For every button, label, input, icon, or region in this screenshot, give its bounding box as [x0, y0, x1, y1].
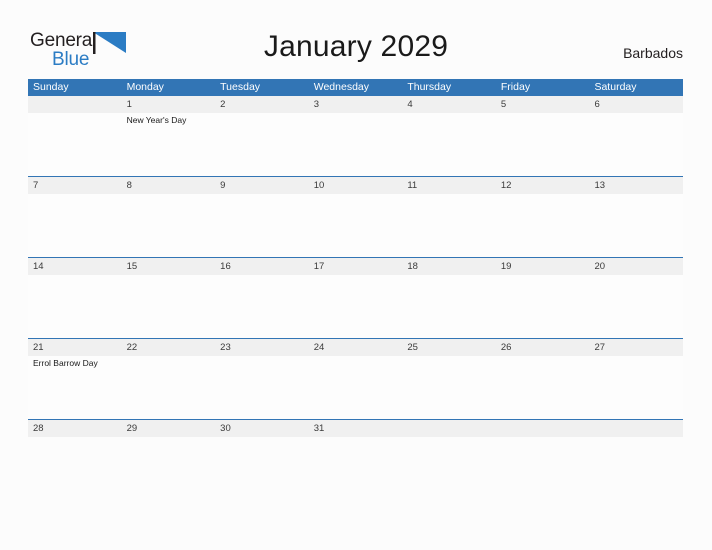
- day-cell[interactable]: [215, 194, 309, 257]
- week-date-band: 1 2 3 4 5 6: [28, 96, 683, 113]
- day-cell[interactable]: Errol Barrow Day: [28, 356, 122, 419]
- week-events-band: New Year's Day: [28, 113, 683, 176]
- day-cell[interactable]: [309, 194, 403, 257]
- day-number[interactable]: 25: [402, 339, 496, 356]
- day-number[interactable]: 20: [589, 258, 683, 275]
- day-cell[interactable]: [122, 194, 216, 257]
- day-cell[interactable]: [28, 113, 122, 176]
- day-number[interactable]: 12: [496, 177, 590, 194]
- day-number[interactable]: 29: [122, 420, 216, 437]
- day-number[interactable]: 3: [309, 96, 403, 113]
- day-cell[interactable]: [589, 113, 683, 176]
- week-row: 21 22 23 24 25 26 27 Errol Barrow Day: [28, 338, 683, 419]
- weekday-header-saturday: Saturday: [594, 81, 637, 93]
- day-cell[interactable]: [309, 356, 403, 419]
- week-events-band: [28, 194, 683, 257]
- page-title: January 2029: [263, 30, 449, 63]
- day-number[interactable]: 28: [28, 420, 122, 437]
- week-events-band: Errol Barrow Day: [28, 356, 683, 419]
- day-cell[interactable]: [402, 437, 496, 439]
- day-cell[interactable]: [309, 275, 403, 338]
- day-number[interactable]: 23: [215, 339, 309, 356]
- calendar-page: General Blue January 2029 Barbados Sunda…: [0, 0, 712, 550]
- holiday-event: New Year's Day: [126, 115, 187, 125]
- day-cell[interactable]: [589, 275, 683, 338]
- day-cell[interactable]: New Year's Day: [122, 113, 216, 176]
- day-number[interactable]: 26: [496, 339, 590, 356]
- week-events-band: [28, 275, 683, 338]
- day-cell[interactable]: [122, 356, 216, 419]
- day-number[interactable]: 4: [402, 96, 496, 113]
- week-row: 28 29 30 31: [28, 419, 683, 437]
- day-number[interactable]: [589, 420, 683, 437]
- day-number[interactable]: 2: [215, 96, 309, 113]
- week-date-band: 14 15 16 17 18 19 20: [28, 258, 683, 275]
- day-cell[interactable]: [28, 437, 122, 439]
- day-cell[interactable]: [402, 356, 496, 419]
- day-cell[interactable]: [496, 113, 590, 176]
- day-cell[interactable]: [589, 194, 683, 257]
- day-number[interactable]: 21: [28, 339, 122, 356]
- day-number[interactable]: 27: [589, 339, 683, 356]
- day-cell[interactable]: [589, 356, 683, 419]
- day-number[interactable]: 1: [122, 96, 216, 113]
- day-cell[interactable]: [496, 437, 590, 439]
- day-number[interactable]: 13: [589, 177, 683, 194]
- week-row: 7 8 9 10 11 12 13: [28, 176, 683, 257]
- day-cell[interactable]: [215, 437, 309, 439]
- day-number[interactable]: 15: [122, 258, 216, 275]
- weekday-header-row: Sunday Monday Tuesday Wednesday Thursday…: [28, 79, 683, 96]
- day-cell[interactable]: [215, 113, 309, 176]
- week-date-band: 7 8 9 10 11 12 13: [28, 177, 683, 194]
- day-cell[interactable]: [496, 356, 590, 419]
- day-cell[interactable]: [122, 275, 216, 338]
- day-number[interactable]: 5: [496, 96, 590, 113]
- day-cell[interactable]: [122, 437, 216, 439]
- weekday-header-thursday: Thursday: [407, 81, 452, 93]
- day-cell[interactable]: [402, 275, 496, 338]
- day-number[interactable]: 6: [589, 96, 683, 113]
- day-number[interactable]: 9: [215, 177, 309, 194]
- day-number[interactable]: 8: [122, 177, 216, 194]
- weekday-header-sunday: Sunday: [33, 81, 69, 93]
- day-number[interactable]: 24: [309, 339, 403, 356]
- country-label: Barbados: [623, 45, 683, 61]
- day-number[interactable]: 22: [122, 339, 216, 356]
- day-number[interactable]: 17: [309, 258, 403, 275]
- weekday-header-friday: Friday: [500, 81, 531, 93]
- day-cell[interactable]: [402, 194, 496, 257]
- day-number[interactable]: 10: [309, 177, 403, 194]
- day-number[interactable]: [28, 96, 122, 113]
- holiday-event: Errol Barrow Day: [33, 358, 98, 368]
- day-number[interactable]: 30: [215, 420, 309, 437]
- week-row: 14 15 16 17 18 19 20: [28, 257, 683, 338]
- day-number[interactable]: 19: [496, 258, 590, 275]
- day-number[interactable]: 7: [28, 177, 122, 194]
- day-number[interactable]: 14: [28, 258, 122, 275]
- day-number[interactable]: 18: [402, 258, 496, 275]
- page-header: General Blue January 2029 Barbados: [0, 0, 712, 76]
- day-cell[interactable]: [309, 113, 403, 176]
- day-cell[interactable]: [215, 275, 309, 338]
- weekday-header-monday: Monday: [126, 81, 164, 93]
- day-cell[interactable]: [215, 356, 309, 419]
- day-cell[interactable]: [589, 437, 683, 439]
- week-date-band: 28 29 30 31: [28, 420, 683, 437]
- week-row: 1 2 3 4 5 6 New Year's Day: [28, 96, 683, 176]
- day-cell[interactable]: [28, 194, 122, 257]
- day-cell[interactable]: [28, 275, 122, 338]
- day-cell[interactable]: [496, 194, 590, 257]
- week-date-band: 21 22 23 24 25 26 27: [28, 339, 683, 356]
- day-cell[interactable]: [496, 275, 590, 338]
- day-number[interactable]: 11: [402, 177, 496, 194]
- day-number[interactable]: 31: [309, 420, 403, 437]
- day-number[interactable]: [496, 420, 590, 437]
- weekday-header-wednesday: Wednesday: [313, 81, 369, 93]
- day-number[interactable]: 16: [215, 258, 309, 275]
- day-cell[interactable]: [402, 113, 496, 176]
- weekday-header-tuesday: Tuesday: [220, 81, 261, 93]
- day-number[interactable]: [402, 420, 496, 437]
- month-calendar-grid: Sunday Monday Tuesday Wednesday Thursday…: [28, 79, 683, 437]
- day-cell[interactable]: [309, 437, 403, 439]
